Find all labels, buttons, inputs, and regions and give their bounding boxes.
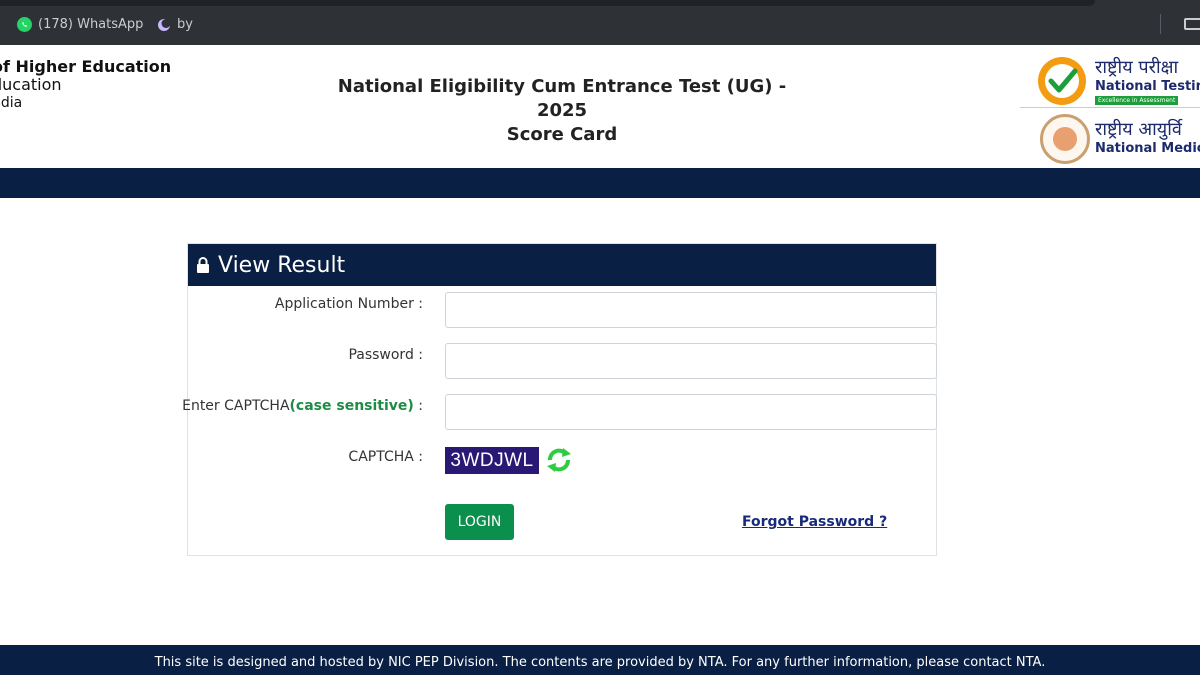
crescent-icon xyxy=(158,18,171,31)
case-sensitive-note: (case sensitive) xyxy=(289,398,414,414)
lock-icon xyxy=(197,257,209,273)
page-title-line-2: Score Card xyxy=(506,124,618,145)
whatsapp-icon xyxy=(17,17,32,32)
bookmark-by-label: by xyxy=(177,17,193,32)
ministry-line-2: ducation xyxy=(0,75,62,94)
card-header: View Result xyxy=(188,244,936,286)
footer-text: This site is designed and hosted by NIC … xyxy=(154,655,1046,670)
password-input[interactable] xyxy=(445,343,937,379)
site-header: of Higher Education ducation ndia Nation… xyxy=(0,45,1200,168)
nmc-english-name: National Medica xyxy=(1095,141,1200,156)
application-number-label: Application Number : xyxy=(274,296,423,312)
captcha-input-label-suffix: : xyxy=(413,398,423,414)
captcha-image: 3WDJWL xyxy=(445,447,539,474)
application-number-input[interactable] xyxy=(445,292,937,328)
login-button[interactable]: LOGIN xyxy=(445,504,514,540)
captcha-input-label-prefix: Enter CAPTCHA xyxy=(182,398,290,414)
folder-icon[interactable] xyxy=(1184,18,1200,30)
captcha-input-label: Enter CAPTCHA(case sensitive) : xyxy=(182,398,423,414)
view-result-card: View Result Application Number : Passwor… xyxy=(182,243,937,556)
bookmark-by[interactable]: by xyxy=(157,17,193,32)
nmc-emblem-icon xyxy=(1040,114,1090,164)
browser-tab-strip xyxy=(0,0,1095,6)
forgot-password-link[interactable]: Forgot Password ? xyxy=(742,514,887,530)
bookmark-whatsapp-label: (178) WhatsApp xyxy=(38,17,144,32)
password-label: Password : xyxy=(348,347,423,363)
page-title: National Eligibility Cum Entrance Test (… xyxy=(312,75,812,147)
captcha-input[interactable] xyxy=(445,394,937,430)
bookmark-whatsapp[interactable]: (178) WhatsApp xyxy=(17,17,143,32)
nmc-logo: राष्ट्रीय आयुर्वि National Medica xyxy=(1020,111,1200,167)
nta-tagline: Excellence in Assessment xyxy=(1095,96,1179,105)
card-title: View Result xyxy=(218,252,346,278)
browser-bookmarks-bar: (178) WhatsApp by xyxy=(0,0,1200,45)
ministry-title: of Higher Education ducation ndia xyxy=(0,58,171,112)
ministry-line-3: ndia xyxy=(0,95,23,111)
nmc-hindi-name: राष्ट्रीय आयुर्वि xyxy=(1095,119,1182,140)
ministry-line-1: of Higher Education xyxy=(0,57,172,76)
nta-hindi-name: राष्ट्रीय परीक्षा xyxy=(1095,57,1179,78)
nav-strip xyxy=(0,168,1200,198)
refresh-captcha-icon[interactable] xyxy=(544,445,574,475)
footer: This site is designed and hosted by NIC … xyxy=(0,645,1200,675)
nta-check-icon xyxy=(1038,57,1086,105)
page-title-line-1: National Eligibility Cum Entrance Test (… xyxy=(337,76,787,121)
nta-english-name: National Testing xyxy=(1095,79,1200,94)
logo-divider xyxy=(1020,107,1200,108)
nta-logo: राष्ट्रीय परीक्षा National Testing Excel… xyxy=(1020,53,1200,113)
captcha-label: CAPTCHA : xyxy=(348,449,423,465)
bookmarks-separator xyxy=(1160,14,1161,34)
